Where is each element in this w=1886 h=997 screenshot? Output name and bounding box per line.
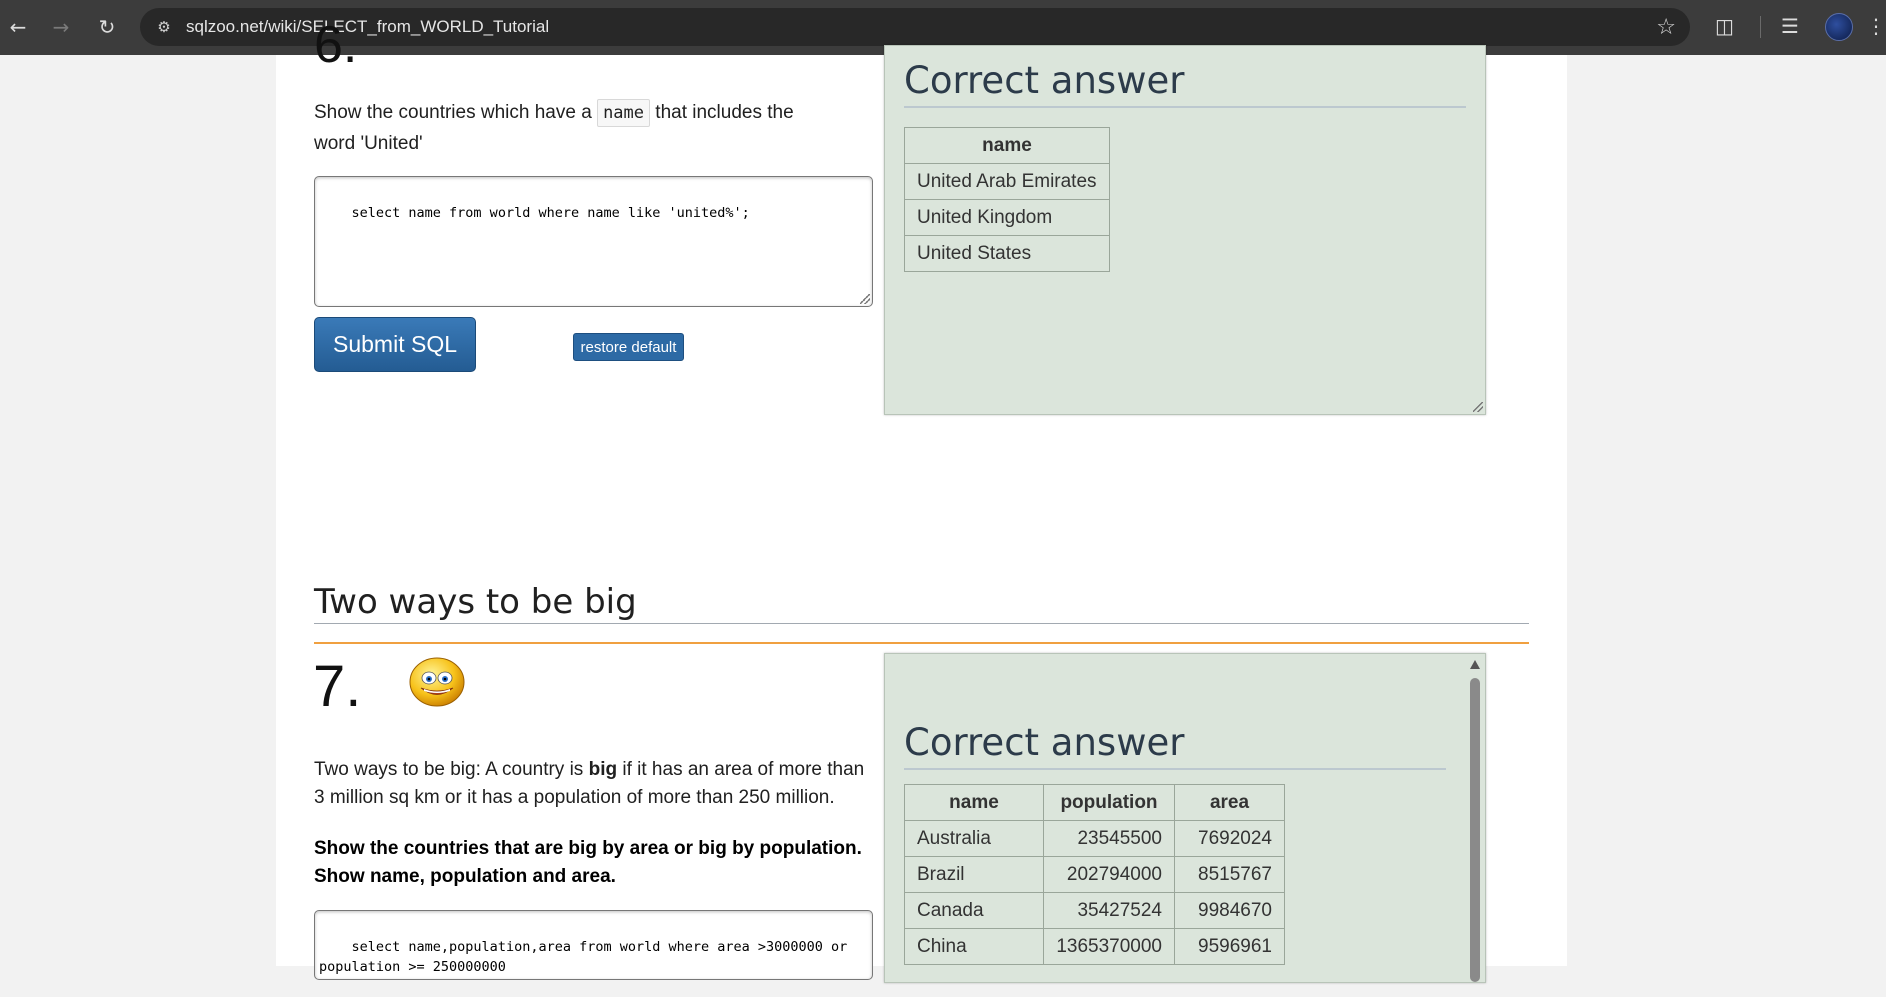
sql-code[interactable]: select name,population,area from world w… (319, 939, 855, 975)
table-cell: United Arab Emirates (904, 163, 1110, 200)
table-cell: 9984670 (1174, 892, 1285, 929)
page-content: 6. Show the countries which have a name … (276, 16, 1567, 983)
question-text-part: Show the countries which have a (314, 102, 598, 123)
table-header-row: name (904, 127, 1110, 164)
extensions-icon[interactable]: ◫ (1715, 14, 1734, 38)
question-separator (314, 642, 1529, 644)
resize-handle[interactable] (1473, 402, 1483, 412)
answer-heading: Correct answer (904, 721, 1185, 764)
section-title: Two ways to be big (314, 582, 637, 622)
sql-editor-q6[interactable]: select name from world where name like '… (314, 176, 873, 307)
table-cell: United Kingdom (904, 199, 1110, 236)
table-row: United Kingdom (904, 199, 1110, 236)
question-number: 6. (314, 16, 358, 74)
profile-avatar[interactable] (1825, 13, 1853, 41)
restore-default-button[interactable]: restore default (573, 333, 684, 361)
column-header: population (1043, 784, 1175, 821)
question-text-part: Two ways to be big: A country is (314, 759, 589, 780)
table-cell: United States (904, 235, 1110, 272)
answer-panel-q7: Correct answer name population area Austral… (884, 653, 1486, 983)
table-cell: China (904, 928, 1044, 965)
answer-scrollbar[interactable] (1469, 658, 1481, 982)
column-header: area (1174, 784, 1285, 821)
table-cell: 23545500 (1043, 820, 1175, 857)
table-cell: 8515767 (1174, 856, 1285, 893)
table-row: China 1365370000 9596961 (904, 928, 1285, 965)
table-cell: 35427524 (1043, 892, 1175, 929)
back-icon[interactable]: ← (5, 14, 31, 40)
table-cell: 202794000 (1043, 856, 1175, 893)
resize-handle[interactable] (860, 294, 870, 304)
inline-code-name: name (597, 99, 651, 127)
table-row: United Arab Emirates (904, 163, 1110, 200)
bold-term: big (588, 759, 618, 780)
table-cell: Brazil (904, 856, 1044, 893)
smiley-face-icon (409, 657, 465, 707)
scrollbar-thumb[interactable] (1470, 678, 1480, 982)
column-header: name (904, 127, 1110, 164)
table-row: Brazil 202794000 8515767 (904, 856, 1285, 893)
answer-table-q7: name population area Australia 23545500 76920… (904, 784, 1285, 965)
question-number: 7. (313, 654, 362, 719)
scroll-up-arrow-icon[interactable] (1470, 660, 1480, 669)
media-controls-icon[interactable]: ☰ (1781, 14, 1799, 38)
table-row: United States (904, 235, 1110, 272)
submit-sql-button[interactable]: Submit SQL (314, 317, 476, 372)
address-bar[interactable]: ⚙ sqlzoo.net/wiki/SELECT_from_WORLD_Tuto… (140, 8, 1690, 46)
reload-icon[interactable]: ↻ (94, 14, 120, 40)
sql-code[interactable]: select name from world where name like '… (352, 205, 750, 221)
table-header-row: name population area (904, 784, 1285, 821)
table-row: Canada 35427524 9984670 (904, 892, 1285, 929)
table-cell: 9596961 (1174, 928, 1285, 965)
table-cell: 1365370000 (1043, 928, 1175, 965)
heading-rule (904, 106, 1466, 108)
bookmark-star-icon[interactable]: ☆ (1656, 15, 1676, 40)
forward-icon[interactable]: → (48, 14, 74, 40)
menu-kebab-icon[interactable]: ⋮ (1866, 14, 1886, 38)
heading-rule (904, 768, 1446, 770)
column-header: name (904, 784, 1044, 821)
question-6-text: Show the countries which have a name tha… (314, 97, 834, 159)
address-url[interactable]: sqlzoo.net/wiki/SELECT_from_WORLD_Tutori… (186, 17, 549, 37)
answer-heading: Correct answer (904, 59, 1185, 102)
toolbar-divider (1760, 16, 1761, 38)
table-cell: 7692024 (1174, 820, 1285, 857)
answer-panel-q6: Correct answer name United Arab Emirates U… (884, 45, 1486, 415)
question-7-instruction: Show the countries that are big by area … (314, 838, 862, 887)
question-7-text: Two ways to be big: A country is big if … (314, 756, 874, 812)
answer-table-q6: name United Arab Emirates United Kingdom Un… (904, 127, 1110, 272)
sql-editor-q7[interactable]: select name,population,area from world w… (314, 910, 873, 980)
table-cell: Australia (904, 820, 1044, 857)
site-info-icon[interactable]: ⚙ (154, 17, 174, 37)
table-row: Australia 23545500 7692024 (904, 820, 1285, 857)
table-cell: Canada (904, 892, 1044, 929)
section-rule (314, 623, 1529, 624)
